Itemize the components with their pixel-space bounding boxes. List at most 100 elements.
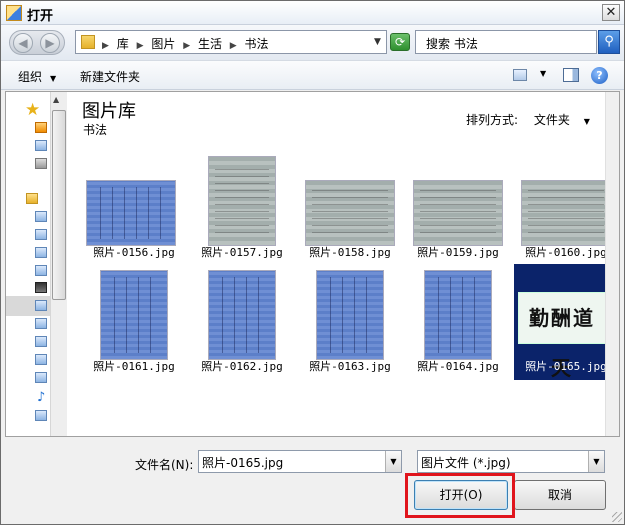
filename-combobox[interactable]: 照片-0165.jpg ▼ — [198, 450, 402, 473]
help-icon[interactable]: ? — [591, 67, 608, 84]
favorites-star-icon[interactable]: ★ — [25, 100, 40, 120]
file-item[interactable]: 照片-0164.jpg — [406, 264, 510, 380]
file-thumbnail — [424, 270, 492, 360]
breadcrumb-item-library[interactable]: 库 — [117, 37, 129, 51]
file-type-value: 图片文件 (*.jpg) — [421, 456, 511, 470]
scroll-up-icon[interactable]: ▲ — [53, 95, 59, 104]
search-button[interactable]: ⚲ — [598, 30, 620, 54]
library-title: 图片库 — [82, 101, 136, 122]
cancel-button[interactable]: 取消 — [514, 480, 606, 510]
search-input[interactable]: 搜索 书法 — [415, 30, 597, 54]
chevron-down-icon: ▼ — [50, 74, 57, 83]
arrange-by[interactable]: 排列方式: 文件夹 ▼ — [466, 111, 590, 128]
window-title: 打开 — [27, 9, 54, 24]
file-name: 照片-0162.jpg — [201, 360, 283, 373]
command-toolbar: 组织 ▼ 新建文件夹 ▼ ? — [1, 60, 624, 90]
open-file-dialog: 打开 ✕ ◀ ▶ ▶ 库 ▶ 图片 ▶ 生活 ▶ 书法 ▼ ⟳ 搜索 书法 ⚲ — [0, 0, 625, 525]
forward-arrow-icon: ▶ — [45, 36, 55, 50]
file-item[interactable]: 照片-0159.jpg — [406, 150, 510, 266]
library-item-icon[interactable] — [35, 318, 47, 329]
search-placeholder: 搜索 书法 — [426, 37, 478, 51]
library-item-icon[interactable] — [35, 229, 47, 240]
title-bar: 打开 ✕ — [1, 1, 624, 25]
filename-label: 文件名(N): — [135, 458, 194, 472]
desktop-icon[interactable] — [35, 140, 47, 151]
file-item[interactable]: 照片-0160.jpg — [514, 150, 618, 266]
file-view-scrollbar[interactable] — [605, 92, 619, 436]
libraries-icon[interactable] — [26, 193, 38, 204]
library-item-icon[interactable] — [35, 336, 47, 347]
breadcrumb-separator-icon[interactable]: ▶ — [102, 41, 109, 51]
nav-scroll-thumb[interactable] — [52, 110, 66, 300]
file-item[interactable]: 照片-0161.jpg — [82, 264, 186, 380]
forward-button[interactable]: ▶ — [40, 33, 60, 53]
file-name: 照片-0160.jpg — [525, 246, 607, 259]
file-type-select[interactable]: 图片文件 (*.jpg) ▼ — [417, 450, 605, 473]
breadcrumb-separator-icon[interactable]: ▶ — [137, 41, 144, 51]
file-item[interactable]: 照片-0158.jpg — [298, 150, 402, 266]
file-thumbnail — [100, 270, 168, 360]
file-name: 照片-0159.jpg — [417, 246, 499, 259]
refresh-button[interactable]: ⟳ — [390, 33, 410, 51]
close-button[interactable]: ✕ — [602, 4, 620, 21]
file-item[interactable]: 照片-0163.jpg — [298, 264, 402, 380]
file-thumbnail — [305, 180, 395, 246]
file-item[interactable]: 照片-0156.jpg — [82, 150, 186, 266]
organize-label: 组织 — [18, 70, 43, 84]
pictures-icon[interactable] — [35, 300, 47, 311]
network-places-icon[interactable] — [35, 158, 47, 169]
downloads-icon[interactable] — [35, 122, 47, 133]
search-icon: ⚲ — [604, 34, 614, 49]
file-view: 图片库 书法 排列方式: 文件夹 ▼ 照片-0156.jpg 照片-0157.j… — [68, 92, 619, 436]
breadcrumb-item-life[interactable]: 生活 — [198, 37, 222, 51]
close-icon: ✕ — [605, 5, 617, 20]
breadcrumb-item-calligraphy[interactable]: 书法 — [245, 37, 269, 51]
music-icon[interactable]: ♪ — [37, 390, 45, 405]
file-name: 照片-0156.jpg — [93, 246, 175, 259]
app-icon — [6, 5, 22, 21]
library-item-icon[interactable] — [35, 410, 47, 421]
organize-menu[interactable]: 组织 ▼ — [18, 68, 56, 85]
file-thumbnail — [86, 180, 176, 246]
file-name: 照片-0161.jpg — [93, 360, 175, 373]
folder-icon — [81, 35, 95, 49]
change-view-icon[interactable] — [513, 69, 527, 81]
file-thumbnail — [208, 270, 276, 360]
back-button[interactable]: ◀ — [13, 33, 33, 53]
calligraphy-thumbnail: 勤酬道天 — [518, 292, 606, 380]
back-arrow-icon: ◀ — [18, 36, 28, 50]
library-item-icon[interactable] — [35, 354, 47, 365]
preview-pane-icon[interactable] — [563, 68, 579, 82]
library-item-icon[interactable] — [35, 265, 47, 276]
file-item-selected[interactable]: 勤酬道天 照片-0165.jpg — [514, 264, 618, 380]
arrange-value: 文件夹 — [533, 113, 570, 127]
file-thumbnail — [521, 180, 611, 246]
file-item[interactable]: 照片-0157.jpg — [190, 150, 294, 266]
file-thumbnail — [413, 180, 503, 246]
breadcrumb-separator-icon[interactable]: ▶ — [230, 41, 237, 51]
new-folder-label: 新建文件夹 — [80, 70, 141, 84]
content-frame: ★ ♪ ▲ 图片库 书法 排列方式: 文件夹 ▼ 照片-0156.jpg 照片-… — [5, 91, 620, 437]
navigation-pane: ★ ♪ ▲ — [6, 92, 67, 436]
chevron-down-icon[interactable]: ▼ — [588, 451, 604, 472]
resize-grip-icon[interactable] — [612, 512, 622, 522]
library-item-icon[interactable] — [35, 247, 47, 258]
address-dropdown-icon[interactable]: ▼ — [374, 37, 381, 47]
library-subtitle: 书法 — [83, 123, 108, 137]
file-item[interactable]: 照片-0162.jpg — [190, 264, 294, 380]
file-name: 照片-0163.jpg — [309, 360, 391, 373]
nav-scrollbar[interactable]: ▲ — [50, 92, 67, 436]
address-row: ◀ ▶ ▶ 库 ▶ 图片 ▶ 生活 ▶ 书法 ▼ ⟳ 搜索 书法 ⚲ — [1, 25, 624, 60]
library-item-icon[interactable] — [35, 372, 47, 383]
breadcrumb-separator-icon[interactable]: ▶ — [183, 41, 190, 51]
file-thumbnail — [316, 270, 384, 360]
view-options-chevron-icon[interactable]: ▼ — [540, 69, 546, 78]
chevron-down-icon[interactable]: ▼ — [385, 451, 401, 472]
filename-value[interactable]: 照片-0165.jpg — [202, 454, 283, 471]
videos-icon[interactable] — [35, 282, 47, 293]
library-item-icon[interactable] — [35, 211, 47, 222]
file-name: 照片-0165.jpg — [525, 360, 607, 373]
address-bar[interactable]: ▶ 库 ▶ 图片 ▶ 生活 ▶ 书法 ▼ — [75, 30, 387, 54]
new-folder-button[interactable]: 新建文件夹 — [80, 68, 140, 85]
breadcrumb-item-pictures[interactable]: 图片 — [151, 37, 175, 51]
